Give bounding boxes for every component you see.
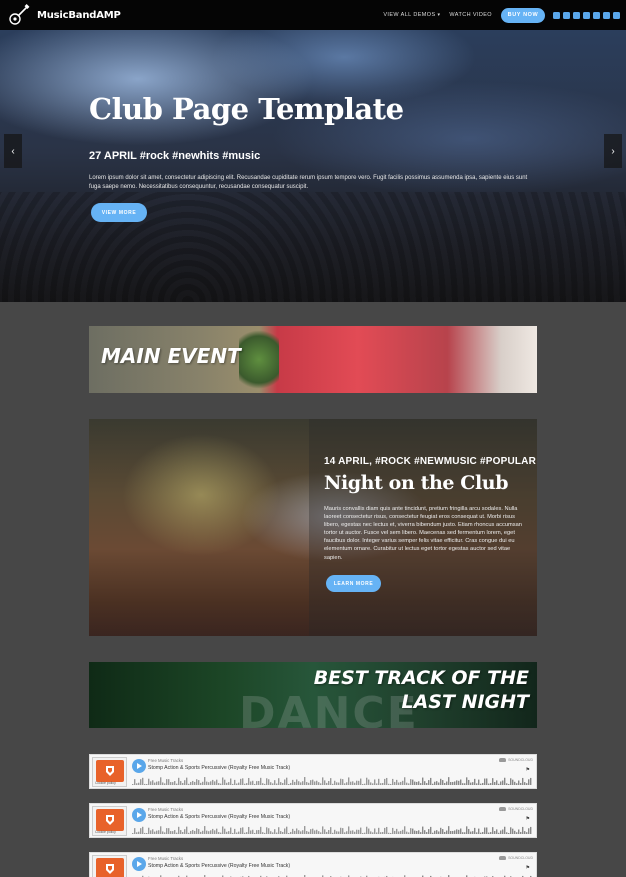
slider-prev-button[interactable]: ‹ [4, 134, 22, 168]
track-title[interactable]: Stomp Action & Sports Percussive (Royalt… [148, 814, 290, 820]
chevron-right-icon: › [611, 145, 615, 157]
cookie-policy-label[interactable]: Cookie policy [95, 830, 116, 834]
flag-icon[interactable]: ⚑ [526, 816, 530, 822]
track-artist[interactable]: Free Music Tracks [148, 758, 183, 763]
soundcloud-label: SOUNDCLOUD [508, 758, 533, 762]
chevron-left-icon: ‹ [11, 145, 15, 157]
caret-down-icon: ▾ [437, 12, 441, 18]
track-artwork-image [96, 760, 124, 782]
soundcloud-player[interactable]: Cookie policy Free Music Tracks Stomp Ac… [89, 852, 537, 877]
facebook-icon[interactable] [563, 11, 570, 19]
view-more-button[interactable]: VIEW MORE [91, 203, 147, 222]
linkedin-icon[interactable] [583, 11, 590, 19]
hero-title: Club Page Template [89, 92, 404, 126]
vimeo-icon[interactable] [593, 11, 600, 19]
view-all-demos-link[interactable]: VIEW ALL DEMOS ▾ [383, 12, 440, 18]
hero-subtitle: 27 APRIL #rock #newhits #music [89, 150, 261, 162]
play-icon [137, 763, 142, 769]
best-track-title: BEST TRACK OF THE LAST NIGHT [314, 666, 529, 714]
soundcloud-icon [499, 758, 507, 762]
instagram-icon[interactable] [603, 11, 610, 19]
waveform[interactable] [132, 823, 532, 834]
buy-now-button[interactable]: BUY NOW [501, 7, 545, 23]
guitar-logo-icon[interactable] [6, 2, 32, 28]
track-artist[interactable]: Free Music Tracks [148, 856, 183, 861]
track-title[interactable]: Stomp Action & Sports Percussive (Royalt… [148, 863, 290, 869]
track-title[interactable]: Stomp Action & Sports Percussive (Royalt… [148, 765, 290, 771]
track-artist[interactable]: Free Music Tracks [148, 807, 183, 812]
hero-slider: Club Page Template 27 APRIL #rock #newhi… [0, 30, 626, 302]
flag-icon[interactable]: ⚑ [526, 865, 530, 871]
soundcloud-logo[interactable]: SOUNDCLOUD [499, 807, 533, 811]
waveform[interactable] [132, 774, 532, 785]
watch-video-link[interactable]: WATCH VIDEO [449, 12, 492, 18]
event-description: Mauris convallis diam quis ante tincidun… [324, 506, 522, 561]
play-button[interactable] [132, 759, 146, 773]
event-tags: 14 APRIL, #ROCK #NEWMUSIC #POPULAR [324, 456, 537, 467]
play-button[interactable] [132, 808, 146, 822]
soundcloud-logo[interactable]: SOUNDCLOUD [499, 856, 533, 860]
social-icons [553, 11, 620, 19]
track-artwork-image [96, 858, 124, 877]
main-event-banner[interactable]: MAIN EVENT [89, 326, 537, 393]
best-track-title-line2: LAST NIGHT [401, 691, 530, 713]
track-artwork[interactable]: Cookie policy [92, 806, 127, 836]
pinterest-icon[interactable] [573, 11, 580, 19]
event-card: 14 APRIL, #ROCK #NEWMUSIC #POPULAR Night… [89, 419, 537, 636]
soundcloud-logo[interactable]: SOUNDCLOUD [499, 758, 533, 762]
flag-icon[interactable]: ⚑ [526, 767, 530, 773]
soundcloud-icon [499, 807, 507, 811]
play-button[interactable] [132, 857, 146, 871]
twitter-icon[interactable] [613, 11, 620, 19]
cookie-policy-label[interactable]: Cookie policy [95, 781, 116, 785]
slider-next-button[interactable]: › [604, 134, 622, 168]
play-icon [137, 812, 142, 818]
soundcloud-icon [499, 856, 507, 860]
soundcloud-label: SOUNDCLOUD [508, 807, 533, 811]
top-navbar: MusicBandAMP VIEW ALL DEMOS ▾ WATCH VIDE… [0, 0, 626, 30]
play-icon [137, 861, 142, 867]
soundcloud-label: SOUNDCLOUD [508, 856, 533, 860]
view-all-demos-label: VIEW ALL DEMOS [383, 12, 436, 18]
track-artwork[interactable]: Cookie policy [92, 757, 127, 787]
waveform[interactable] [132, 872, 532, 877]
best-track-title-line1: BEST TRACK OF THE [313, 667, 529, 689]
learn-more-button[interactable]: LEARN MORE [326, 575, 381, 592]
banner-decoration [239, 326, 279, 393]
youtube-icon[interactable] [553, 11, 560, 19]
event-title: Night on the Club [324, 472, 509, 494]
brand-name[interactable]: MusicBandAMP [37, 10, 121, 21]
hero-description: Lorem ipsum dolor sit amet, consectetur … [89, 175, 528, 190]
track-artwork-image [96, 809, 124, 831]
main-event-title: MAIN EVENT [101, 344, 241, 368]
track-artwork[interactable]: Cookie policy [92, 855, 127, 877]
soundcloud-player[interactable]: Cookie policy Free Music Tracks Stomp Ac… [89, 803, 537, 838]
nav-menu: VIEW ALL DEMOS ▾ WATCH VIDEO BUY NOW [383, 7, 620, 23]
best-track-banner: DANCE BEST TRACK OF THE LAST NIGHT [89, 662, 537, 728]
soundcloud-player[interactable]: Cookie policy Free Music Tracks Stomp Ac… [89, 754, 537, 789]
